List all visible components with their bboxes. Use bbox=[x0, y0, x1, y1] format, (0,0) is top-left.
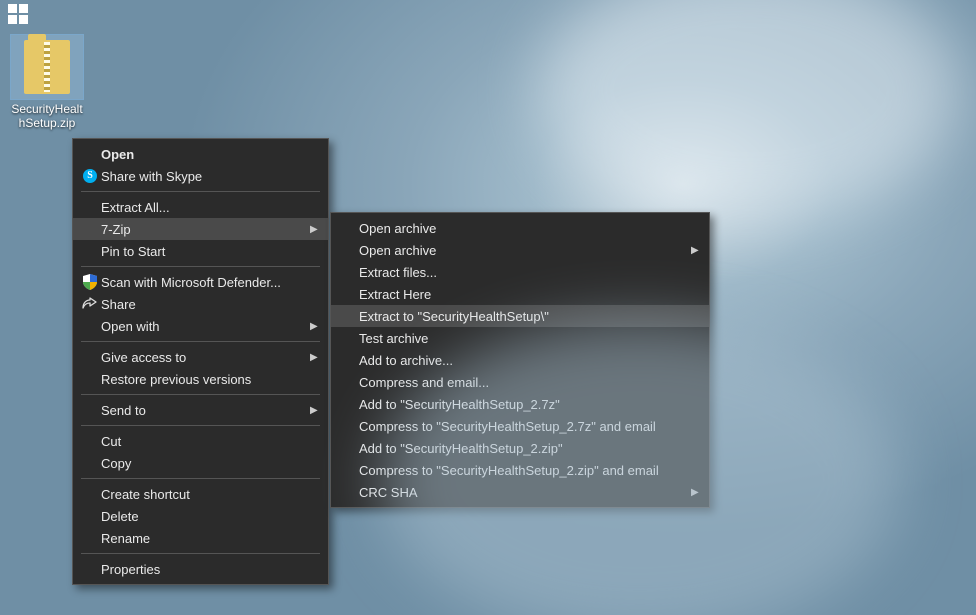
menu-item-scan-defender[interactable]: Scan with Microsoft Defender... bbox=[73, 271, 328, 293]
submenu-arrow-icon: ▶ bbox=[691, 487, 701, 498]
submenu-item-crc-sha[interactable]: CRC SHA ▶ bbox=[331, 481, 709, 503]
submenu-item-test-archive[interactable]: Test archive bbox=[331, 327, 709, 349]
zip-folder-icon bbox=[24, 40, 70, 94]
submenu-item-open-archive-sub[interactable]: Open archive ▶ bbox=[331, 239, 709, 261]
submenu-arrow-icon: ▶ bbox=[310, 224, 320, 235]
submenu-arrow-icon: ▶ bbox=[310, 405, 320, 416]
menu-separator bbox=[81, 425, 320, 426]
submenu-item-compress-7z-email[interactable]: Compress to "SecurityHealthSetup_2.7z" a… bbox=[331, 415, 709, 437]
context-menu: Open S Share with Skype Extract All... 7… bbox=[72, 138, 329, 585]
windows-logo-icon bbox=[8, 4, 28, 24]
menu-item-send-to[interactable]: Send to ▶ bbox=[73, 399, 328, 421]
menu-item-create-shortcut[interactable]: Create shortcut bbox=[73, 483, 328, 505]
submenu-arrow-icon: ▶ bbox=[691, 245, 701, 256]
menu-item-properties[interactable]: Properties bbox=[73, 558, 328, 580]
menu-separator bbox=[81, 553, 320, 554]
submenu-7zip: Open archive Open archive ▶ Extract file… bbox=[330, 212, 710, 508]
menu-separator bbox=[81, 341, 320, 342]
submenu-item-compress-zip-email[interactable]: Compress to "SecurityHealthSetup_2.zip" … bbox=[331, 459, 709, 481]
desktop-file-icon-selection bbox=[10, 34, 84, 100]
desktop-file[interactable]: SecurityHealthSetup.zip bbox=[10, 34, 84, 130]
share-icon bbox=[82, 297, 98, 311]
skype-icon: S bbox=[83, 169, 97, 183]
menu-item-restore-previous[interactable]: Restore previous versions bbox=[73, 368, 328, 390]
menu-item-7zip[interactable]: 7-Zip ▶ bbox=[73, 218, 328, 240]
submenu-item-extract-files[interactable]: Extract files... bbox=[331, 261, 709, 283]
submenu-arrow-icon: ▶ bbox=[310, 352, 320, 363]
menu-item-share-skype[interactable]: S Share with Skype bbox=[73, 165, 328, 187]
menu-item-share[interactable]: Share bbox=[73, 293, 328, 315]
menu-separator bbox=[81, 191, 320, 192]
submenu-arrow-icon: ▶ bbox=[310, 321, 320, 332]
menu-item-give-access[interactable]: Give access to ▶ bbox=[73, 346, 328, 368]
menu-item-delete[interactable]: Delete bbox=[73, 505, 328, 527]
desktop-file-label: SecurityHealthSetup.zip bbox=[10, 102, 84, 130]
menu-item-pin-start[interactable]: Pin to Start bbox=[73, 240, 328, 262]
submenu-item-add-7z[interactable]: Add to "SecurityHealthSetup_2.7z" bbox=[331, 393, 709, 415]
menu-item-rename[interactable]: Rename bbox=[73, 527, 328, 549]
menu-separator bbox=[81, 478, 320, 479]
menu-item-open-with[interactable]: Open with ▶ bbox=[73, 315, 328, 337]
defender-shield-icon bbox=[83, 274, 97, 290]
menu-item-extract-all[interactable]: Extract All... bbox=[73, 196, 328, 218]
menu-separator bbox=[81, 394, 320, 395]
submenu-item-add-archive[interactable]: Add to archive... bbox=[331, 349, 709, 371]
menu-item-open[interactable]: Open bbox=[73, 143, 328, 165]
submenu-item-extract-here[interactable]: Extract Here bbox=[331, 283, 709, 305]
submenu-item-compress-email[interactable]: Compress and email... bbox=[331, 371, 709, 393]
menu-item-cut[interactable]: Cut bbox=[73, 430, 328, 452]
desktop[interactable]: SecurityHealthSetup.zip Open S Share wit… bbox=[0, 0, 976, 615]
menu-separator bbox=[81, 266, 320, 267]
submenu-item-add-zip[interactable]: Add to "SecurityHealthSetup_2.zip" bbox=[331, 437, 709, 459]
submenu-item-extract-to[interactable]: Extract to "SecurityHealthSetup\" bbox=[331, 305, 709, 327]
menu-item-copy[interactable]: Copy bbox=[73, 452, 328, 474]
submenu-item-open-archive[interactable]: Open archive bbox=[331, 217, 709, 239]
